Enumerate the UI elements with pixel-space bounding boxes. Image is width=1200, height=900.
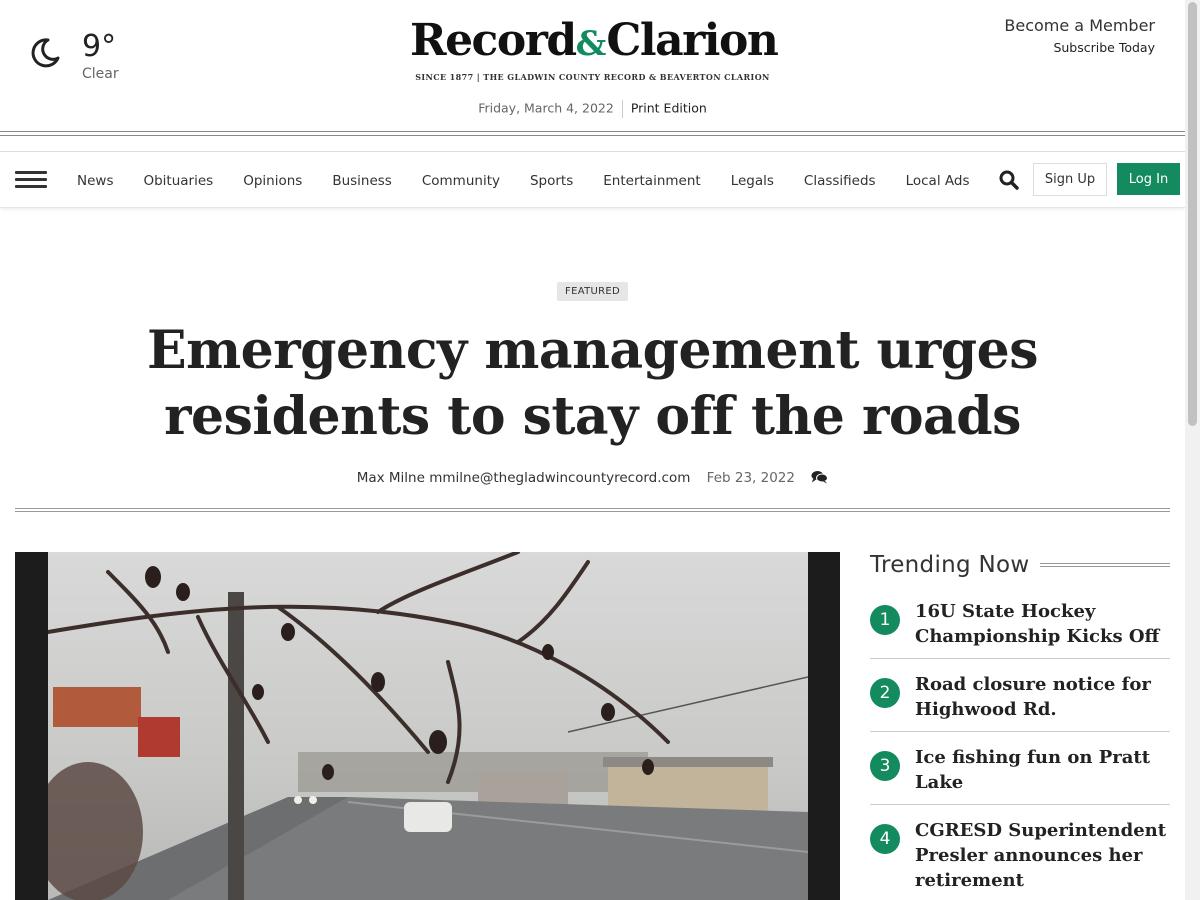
trending-list: 1 16U State Hockey Championship Kicks Of… [870,599,1170,900]
weather-widget[interactable]: 9° Clear [28,30,119,82]
trending-item[interactable]: 1 16U State Hockey Championship Kicks Of… [870,599,1170,659]
trending-title: Trending Now [870,552,1030,578]
menu-icon[interactable] [15,171,47,189]
trending-rank: 4 [870,824,900,854]
article-headline: Emergency management urges residents to … [147,320,1038,447]
icy-branches-street-image [48,552,808,900]
dateline: Friday, March 4, 2022 Print Edition [410,100,775,118]
trending-headline[interactable]: Ice fishing fun on Pratt Lake [915,745,1170,795]
article-photo[interactable] [15,552,840,900]
moon-icon [31,38,60,68]
trending-headline[interactable]: Road closure notice for Highwood Rd. [915,672,1170,722]
trending-rank: 3 [870,751,900,781]
logo-word-record: Record [410,15,577,66]
site-logo[interactable]: Record&Clarion [410,14,779,71]
trending-rank: 1 [870,605,900,635]
nav-item-entertainment[interactable]: Entertainment [588,173,715,189]
trending-headline[interactable]: CGRESD Superintendent Presler announces … [915,818,1170,893]
nav-item-sports[interactable]: Sports [515,173,588,189]
current-date: Friday, March 4, 2022 [478,100,614,116]
nav-item-community[interactable]: Community [407,173,515,189]
nav-item-news[interactable]: News [62,173,128,189]
logo-word-clarion: Clarion [606,15,778,66]
trending-divider [1039,563,1170,567]
subscribe-link[interactable]: Subscribe Today [1004,40,1155,55]
trending-item[interactable]: 2 Road closure notice for Highwood Rd. [870,672,1170,732]
become-member-link[interactable]: Become a Member [1004,16,1155,35]
log-in-button[interactable]: Log In [1117,163,1180,195]
logo-ampersand: & [575,24,607,64]
nav-item-business[interactable]: Business [317,173,407,189]
trending-header: Trending Now [870,548,1170,582]
header-divider [0,131,1185,136]
scrollbar-thumb[interactable] [1188,2,1197,426]
sign-up-button[interactable]: Sign Up [1033,163,1107,196]
search-icon[interactable] [998,169,1020,191]
nav-item-classifieds[interactable]: Classifieds [789,173,891,189]
masthead: Record&Clarion SINCE 1877 | THE GLADWIN … [410,14,779,118]
dateline-divider [621,100,623,118]
nav-item-opinions[interactable]: Opinions [228,173,317,189]
nav-item-legals[interactable]: Legals [716,173,789,189]
print-edition-link[interactable]: Print Edition [631,101,707,116]
article-divider [15,508,1170,512]
article-date: Feb 23, 2022 [706,470,795,486]
article-author[interactable]: Max Milne mmilne@thegladwincountyrecord.… [357,470,691,486]
featured-badge[interactable]: FEATURED [557,282,628,301]
comments-icon[interactable] [811,470,829,484]
nav-item-obituaries[interactable]: Obituaries [128,173,228,189]
trending-item[interactable]: 3 Ice fishing fun on Pratt Lake [870,745,1170,805]
trending-rank: 2 [870,678,900,708]
trending-item[interactable]: 4 CGRESD Superintendent Presler announce… [870,818,1170,900]
logo-tagline: SINCE 1877 | THE GLADWIN COUNTY RECORD &… [415,72,770,82]
nav-item-local-ads[interactable]: Local Ads [891,173,985,189]
trending-headline[interactable]: 16U State Hockey Championship Kicks Off [915,599,1170,649]
trending-now-sidebar: Trending Now 1 16U State Hockey Champion… [870,548,1170,900]
membership-links: Become a Member Subscribe Today [1004,16,1155,55]
weather-temperature: 9° [82,29,117,64]
weather-condition: Clear [82,66,119,82]
site-header: 9° Clear Record&Clarion SINCE 1877 | THE… [0,0,1185,135]
article-byline: Max Milne mmilne@thegladwincountyrecord.… [0,470,1185,486]
nav-items: News Obituaries Opinions Business Commun… [62,152,984,209]
main-nav: News Obituaries Opinions Business Commun… [0,151,1185,208]
